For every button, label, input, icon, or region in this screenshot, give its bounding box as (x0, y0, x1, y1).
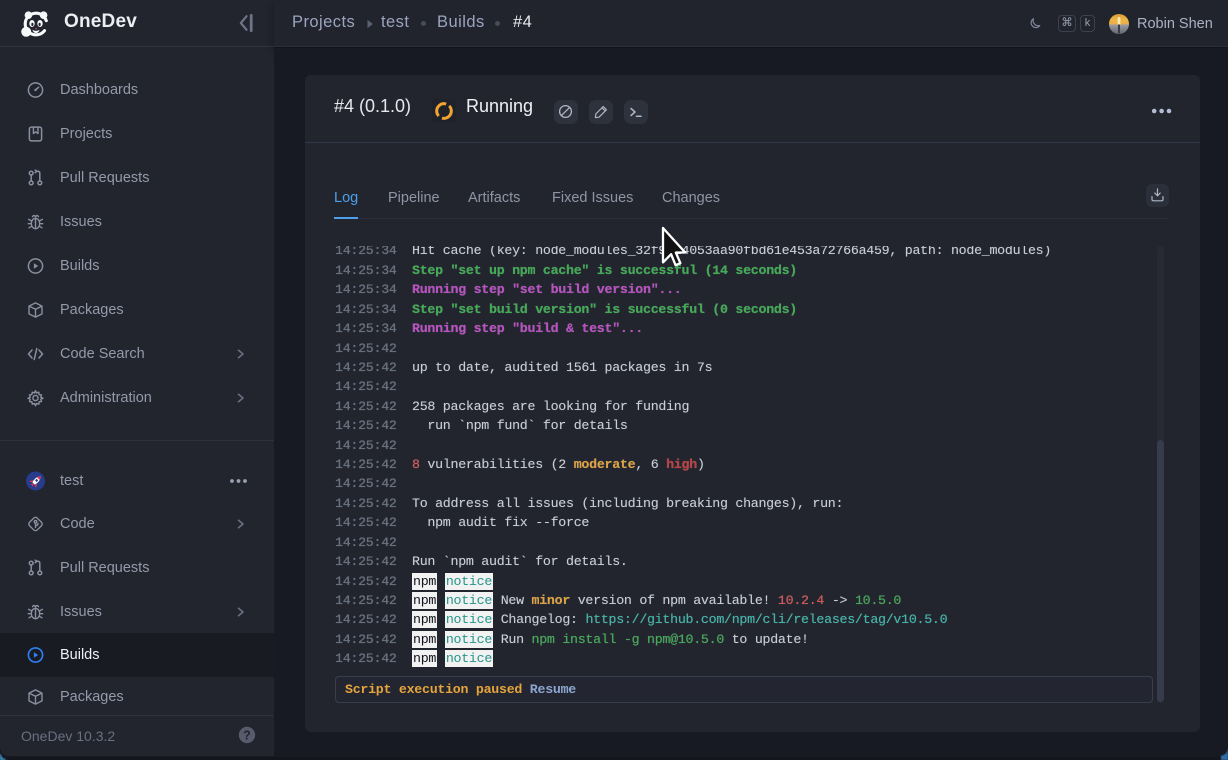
svg-text:?: ? (243, 728, 251, 742)
